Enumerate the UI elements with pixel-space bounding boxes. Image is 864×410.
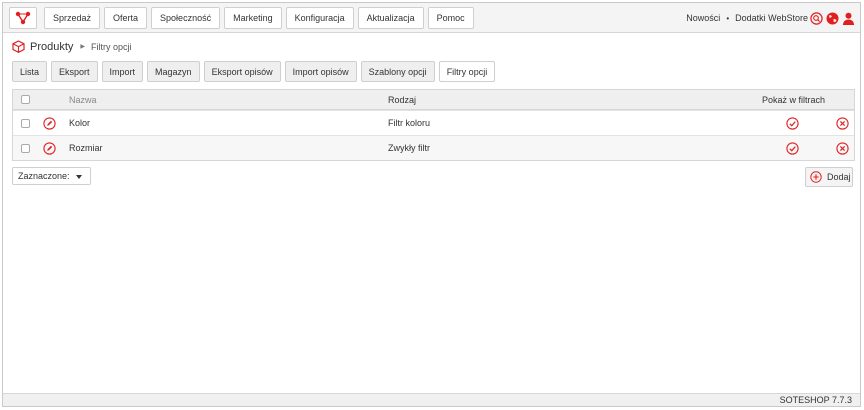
row-checkbox[interactable]	[21, 143, 30, 153]
section-tabs: Lista Eksport Import Magazyn Eksport opi…	[12, 61, 499, 82]
row-name[interactable]: Rozmiar	[69, 143, 103, 153]
breadcrumb: Produkty ▶ Filtry opcji	[12, 40, 132, 53]
tab-lista[interactable]: Lista	[12, 61, 48, 82]
breadcrumb-current: Filtry opcji	[91, 41, 132, 52]
add-button[interactable]: Dodaj	[805, 167, 853, 187]
nav-konfiguracja[interactable]: Konfiguracja	[285, 7, 354, 29]
nav-oferta[interactable]: Oferta	[104, 7, 148, 29]
search-button[interactable]	[809, 11, 823, 25]
row-type: Filtr koloru	[388, 118, 431, 128]
row-checkbox[interactable]	[21, 118, 30, 128]
tab-import[interactable]: Import	[101, 61, 144, 82]
user-icon	[842, 12, 854, 25]
globe-icon	[826, 12, 838, 24]
bulk-action-value: Zaznaczone:	[18, 171, 70, 181]
nav-sprzedaz[interactable]: Sprzedaż	[44, 7, 101, 29]
cube-icon	[12, 40, 25, 53]
row-type: Zwykły filtr	[388, 143, 430, 153]
logo-icon	[15, 11, 31, 25]
nav-aktualizacja[interactable]: Aktualizacja	[357, 7, 424, 29]
home-logo-button[interactable]	[9, 7, 37, 29]
row-name[interactable]: Kolor	[69, 118, 90, 128]
edit-icon[interactable]	[43, 116, 56, 130]
chevron-down-icon	[76, 175, 82, 179]
header-type[interactable]: Rodzaj	[388, 95, 416, 105]
select-all-checkbox[interactable]	[21, 95, 30, 104]
edit-icon[interactable]	[43, 141, 56, 155]
search-icon	[809, 11, 823, 25]
top-links: Nowości • Dodatki WebStore	[686, 13, 808, 23]
table-row: Kolor Filtr koloru	[13, 110, 854, 135]
add-icon	[810, 171, 822, 183]
tab-szablony-opcji[interactable]: Szablony opcji	[360, 61, 435, 82]
delete-icon[interactable]	[836, 116, 849, 130]
breadcrumb-products[interactable]: Produkty	[30, 41, 73, 53]
table-header: Nazwa Rodzaj Pokaż w filtrach	[13, 90, 854, 110]
header-name[interactable]: Nazwa	[69, 95, 97, 105]
top-icon-group	[807, 11, 855, 25]
tab-eksport-opisow[interactable]: Eksport opisów	[203, 61, 281, 82]
main-menu: Sprzedaż Oferta Społeczność Marketing Ko…	[44, 7, 478, 29]
check-icon[interactable]	[786, 116, 799, 130]
tab-magazyn[interactable]: Magazyn	[147, 61, 200, 82]
delete-icon[interactable]	[836, 141, 849, 155]
bulk-action-select[interactable]: Zaznaczone:	[12, 167, 91, 185]
table-row: Rozmiar Zwykły filtr	[13, 135, 854, 160]
app-window: Sprzedaż Oferta Społeczność Marketing Ko…	[2, 2, 861, 407]
nav-marketing[interactable]: Marketing	[224, 7, 282, 29]
link-separator: •	[726, 13, 730, 23]
tab-import-opisow[interactable]: Import opisów	[284, 61, 357, 82]
nav-pomoc[interactable]: Pomoc	[427, 7, 474, 29]
tab-eksport[interactable]: Eksport	[51, 61, 98, 82]
header-show-in-filters: Pokaż w filtrach	[762, 94, 826, 105]
language-button[interactable]	[825, 11, 839, 25]
top-navigation: Sprzedaż Oferta Społeczność Marketing Ko…	[3, 3, 860, 33]
footer: SOTESHOP 7.7.3	[3, 393, 860, 406]
nav-spolecznosc[interactable]: Społeczność	[151, 7, 221, 29]
user-button[interactable]	[841, 11, 855, 25]
news-link[interactable]: Nowości	[686, 13, 720, 23]
version-label: SOTESHOP 7.7.3	[779, 395, 852, 405]
tab-filtry-opcji[interactable]: Filtry opcji	[438, 61, 496, 82]
breadcrumb-arrow-icon: ▶	[80, 44, 86, 50]
webstore-link[interactable]: Dodatki WebStore	[735, 13, 808, 23]
check-icon[interactable]	[786, 141, 799, 155]
filters-table: Nazwa Rodzaj Pokaż w filtrach Kolor Filt…	[12, 89, 855, 161]
add-button-label: Dodaj	[827, 172, 851, 182]
